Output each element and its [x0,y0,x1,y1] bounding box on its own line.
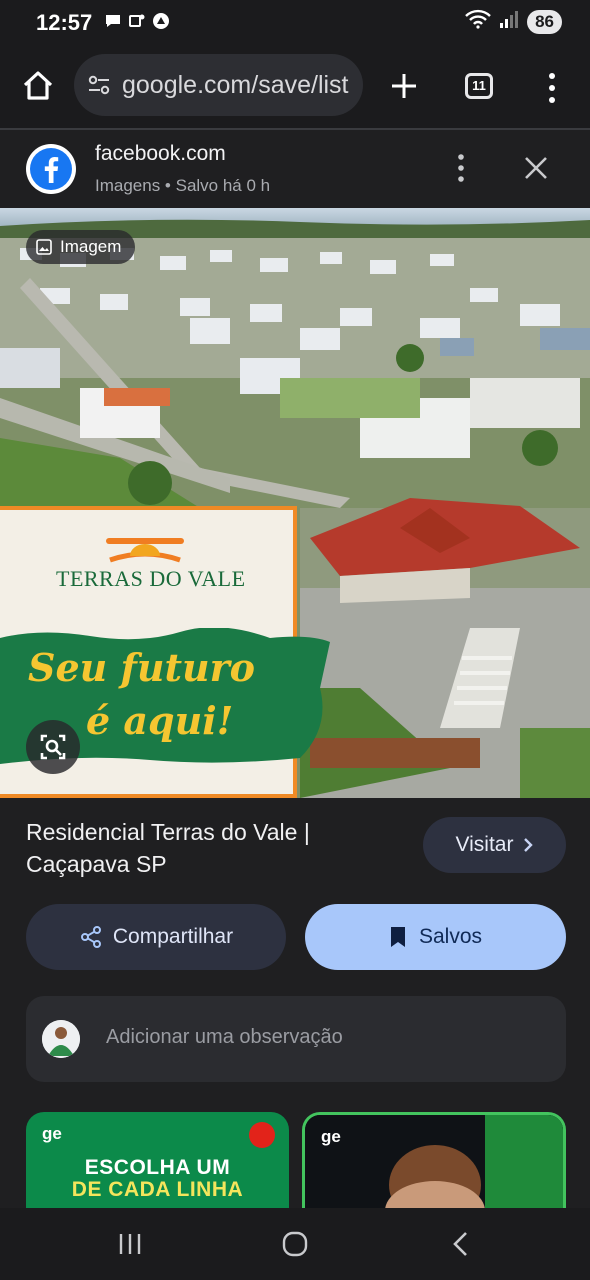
lens-icon [40,734,66,760]
share-button[interactable]: Compartilhar [26,904,286,970]
ge-logo: ge [42,1124,62,1143]
more-menu-button[interactable] [540,68,564,108]
app-icon [152,12,170,30]
recents-button[interactable] [116,1230,144,1258]
card-photo [305,1115,563,1208]
close-icon [525,157,547,179]
saved-label: Salvos [418,925,483,948]
source-name[interactable]: facebook.com [95,142,226,166]
wifi-icon [465,9,491,34]
image-icon [36,239,52,255]
card-headline-2: DE CADA LINHA [71,1178,244,1201]
chevron-right-icon [524,838,534,852]
new-tab-button[interactable] [384,66,424,106]
related-card[interactable]: ge ESCOLHA UM DE CADA LINHA [26,1112,289,1208]
system-nav-bar [0,1208,590,1280]
tab-switcher-button[interactable]: 11 [465,73,493,99]
source-header: facebook.com Imagens • Salvo há 0 h [0,130,590,208]
home-circle-icon [282,1231,308,1257]
slogan-line-1: Seu futuro [28,645,255,690]
more-vert-icon [549,73,555,103]
teams-icon [128,12,146,30]
plus-icon [392,74,416,98]
facebook-icon [26,144,76,194]
saved-image[interactable]: Imagem TERRAS DO VALE Seu futuro é aqui! [0,208,590,798]
back-icon [453,1232,467,1256]
notification-icons [104,12,170,30]
status-right: 86 [465,9,562,34]
slogan-line-2: é aqui! [86,698,234,743]
share-label: Compartilhar [112,925,234,948]
home-icon [23,71,53,100]
close-button[interactable] [522,154,550,182]
back-button[interactable] [450,1230,472,1258]
source-subtitle: Imagens • Salvo há 0 h [95,176,271,195]
related-card[interactable]: ge [302,1112,566,1208]
card-headline-1: ESCOLHA UM [84,1156,231,1179]
claro-logo-icon [249,1122,275,1148]
note-placeholder: Adicionar uma observação [106,1026,343,1048]
home-button[interactable] [18,66,58,106]
note-input[interactable]: Adicionar uma observação [26,996,566,1082]
saved-button[interactable]: Salvos [305,904,566,970]
avatar [42,1020,80,1058]
source-more-button[interactable] [450,152,472,184]
image-type-chip: Imagem [26,230,136,264]
signal-icon [499,9,519,34]
item-title: Residencial Terras do Vale | Caçapava SP [26,819,310,877]
url-text: google.com/save/list [122,70,349,99]
status-time: 12:57 [36,10,93,35]
visit-label: Visitar [455,833,514,856]
more-vert-icon [458,154,464,182]
image-chip-label: Imagem [60,237,122,256]
home-nav-button[interactable] [281,1230,309,1258]
address-bar[interactable]: google.com/save/list [74,54,363,116]
status-bar: 12:57 86 [0,0,590,46]
recents-icon [119,1234,141,1254]
share-icon [80,926,101,948]
battery-indicator: 86 [527,9,562,34]
chat-bubble-icon [104,12,122,30]
lens-search-button[interactable] [26,720,80,774]
brand-name: TERRAS DO VALE [56,566,246,591]
bookmark-icon [390,927,405,947]
ge-logo: ge [321,1127,341,1146]
sunrise-logo-icon [106,538,184,563]
browser-toolbar: google.com/save/list 11 [0,46,590,128]
visit-button[interactable]: Visitar [423,817,566,873]
page-info-icon[interactable] [86,72,112,98]
